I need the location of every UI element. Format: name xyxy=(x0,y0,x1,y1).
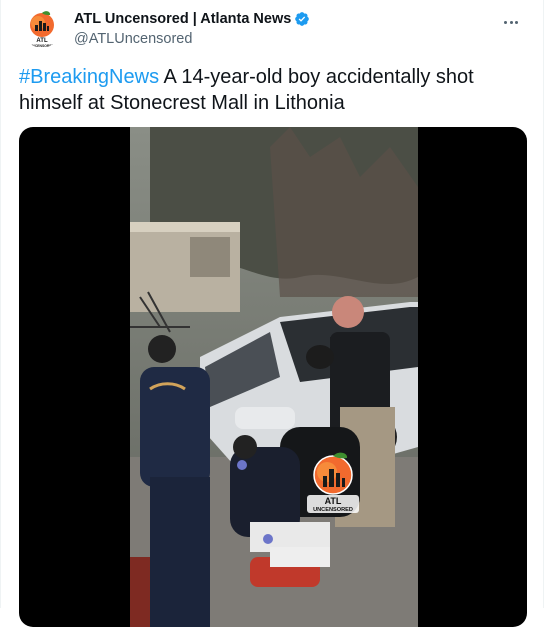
peach-logo-icon: ATL UNCENSORED xyxy=(30,11,55,48)
more-icon xyxy=(504,20,508,24)
avatar[interactable]: ATL UNCENSORED xyxy=(23,10,61,48)
watermark-peach-icon: ATL UNCENSORED xyxy=(307,452,359,513)
tweet-card: ATL UNCENSORED ATL Uncensored | Atlanta … xyxy=(0,0,544,627)
tweet-text: #BreakingNews A 14-year-old boy accident… xyxy=(19,64,519,116)
svg-text:UNCENSORED: UNCENSORED xyxy=(30,44,55,48)
svg-text:UNCENSORED: UNCENSORED xyxy=(313,507,353,513)
author-name-row[interactable]: ATL Uncensored | Atlanta News xyxy=(74,11,310,27)
video-frame[interactable] xyxy=(130,127,418,627)
verified-badge-icon xyxy=(295,12,310,26)
hashtag-link[interactable]: #BreakingNews xyxy=(19,66,159,88)
more-options-button[interactable] xyxy=(499,12,523,32)
display-name[interactable]: ATL Uncensored | Atlanta News xyxy=(74,11,291,27)
author-handle[interactable]: @ATLUncensored xyxy=(74,31,192,47)
video-player[interactable]: ATL UNCENSORED xyxy=(19,127,527,627)
tweet-header: ATL UNCENSORED ATL Uncensored | Atlanta … xyxy=(23,10,523,50)
svg-text:ATL: ATL xyxy=(325,496,342,506)
video-watermark: ATL UNCENSORED xyxy=(305,451,361,515)
video-still-image xyxy=(130,127,418,627)
